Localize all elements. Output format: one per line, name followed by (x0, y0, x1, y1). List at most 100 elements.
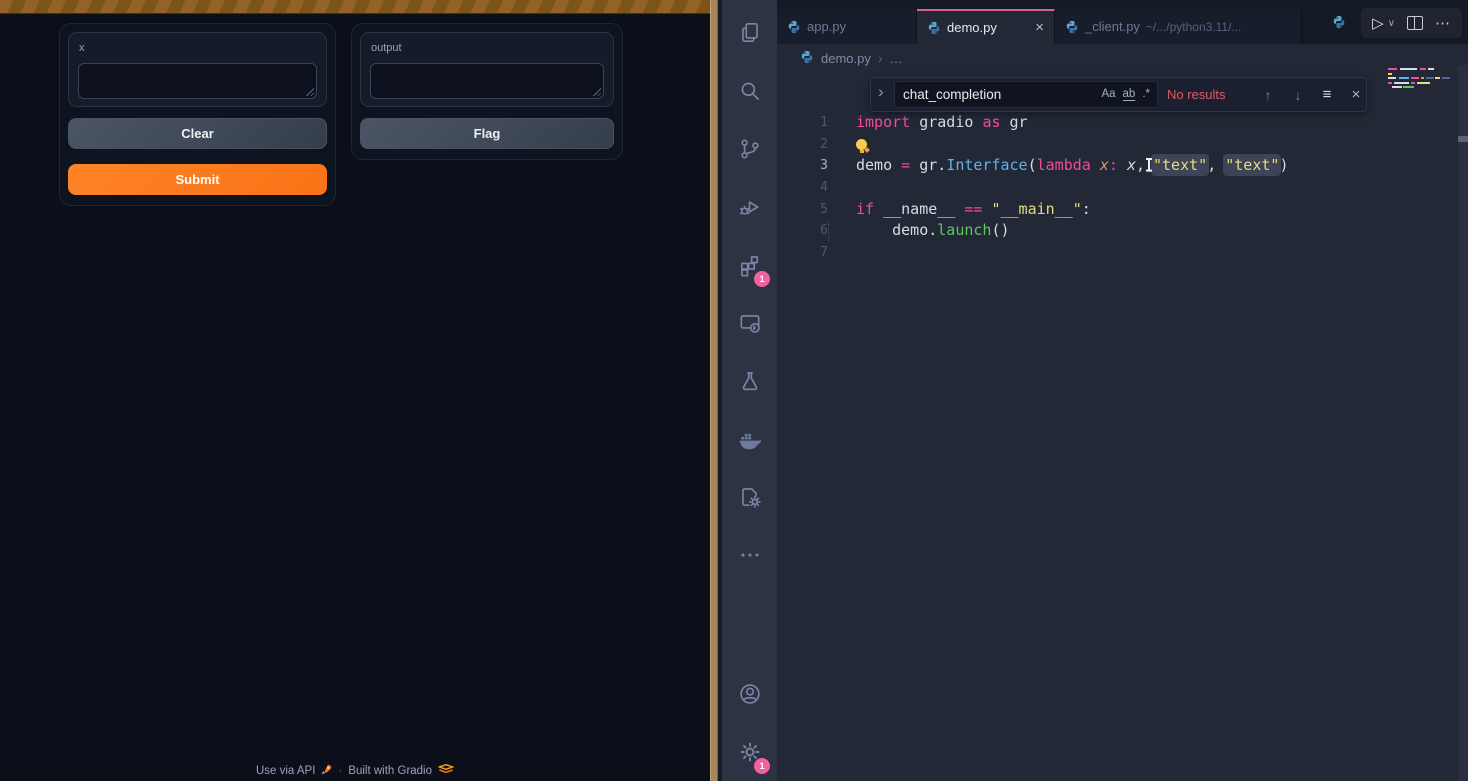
source-control-icon[interactable] (722, 120, 777, 178)
line-number[interactable]: 5 (777, 199, 828, 221)
run-file-button[interactable]: ▷ (1372, 14, 1384, 32)
account-icon[interactable] (722, 665, 777, 723)
code-token: import (856, 113, 919, 131)
clear-button[interactable]: Clear (68, 118, 327, 149)
remote-explorer-icon[interactable] (722, 294, 777, 352)
pane-divider-scrollbar[interactable] (710, 0, 722, 781)
line-content: import gradio as gr (828, 112, 1028, 134)
find-results-status: No results (1167, 78, 1226, 111)
line-content (828, 177, 856, 199)
tab-label: app.py (807, 19, 846, 34)
output-card: output Flag (351, 23, 623, 160)
test-beaker-icon[interactable] (722, 352, 777, 410)
find-next-icon[interactable]: ↓ (1289, 78, 1307, 111)
line-content: if __name__ == "__main__": (828, 199, 1091, 221)
docker-icon[interactable] (722, 410, 777, 468)
tab-description: ~/.../python3.11/... (1146, 20, 1242, 34)
code-token: __name__ (883, 200, 964, 218)
extensions-badge: 1 (754, 271, 770, 287)
code-lines: 1import gradio as gr23demo = gr.Interfac… (777, 112, 1468, 264)
footer-separator: · (338, 765, 342, 777)
code-token: gr (1010, 113, 1028, 131)
tab-app.py[interactable]: app.py (777, 9, 917, 44)
gradio-app: x Clear Submit output Flag Use via API ·… (0, 0, 710, 781)
editor-scrollbar[interactable] (1458, 65, 1468, 781)
tab-bar: app.py demo.py× _client.py ~/.../python3.11… (777, 0, 1468, 44)
built-with-gradio-link[interactable]: Built with Gradio (348, 765, 432, 777)
more-views-icon[interactable] (722, 526, 777, 584)
explorer-icon[interactable] (722, 4, 777, 62)
code-line-4: 4 (777, 177, 1468, 199)
find-close-icon[interactable]: × (1347, 78, 1365, 111)
code-token: "text" (1153, 156, 1207, 174)
code-token: "__main__" (991, 200, 1081, 218)
scrollbar-marker (1458, 136, 1468, 142)
code-token: , (1136, 156, 1145, 174)
minimap-row (1388, 86, 1450, 88)
line-content: demo.launch() (828, 220, 1010, 242)
match-case-icon[interactable]: Aa (1101, 88, 1115, 101)
find-previous-icon[interactable]: ↑ (1259, 78, 1277, 111)
input-textarea[interactable] (78, 63, 317, 99)
run-dropdown-chevron-icon[interactable]: ∨ (1388, 18, 1395, 29)
submit-button[interactable]: Submit (68, 164, 327, 195)
code-line-1: 1import gradio as gr (777, 112, 1468, 134)
code-line-7: 7 (777, 242, 1468, 264)
more-actions-icon[interactable]: ⋯ (1435, 14, 1451, 32)
find-in-selection-icon[interactable]: ≡ (1318, 78, 1336, 111)
minimap-row (1388, 68, 1450, 70)
gradio-footer: Use via API · Built with Gradio (0, 763, 710, 778)
activity-bar: 1 1 (722, 0, 777, 781)
output-textarea[interactable] (370, 63, 604, 99)
find-expand-chevron-icon[interactable]: › (878, 82, 884, 102)
file-config-gear-icon[interactable] (722, 468, 777, 526)
split-editor-icon[interactable] (1407, 16, 1423, 30)
find-widget: › chat_completion Aa ab .* No results ↑ … (870, 77, 1367, 112)
code-line-2: 2 (777, 134, 1468, 156)
line-number[interactable]: 4 (777, 177, 828, 199)
code-token: demo. (856, 221, 937, 239)
whole-word-icon[interactable]: ab (1123, 88, 1136, 101)
code-token: gradio (919, 113, 982, 131)
tab-demo.py[interactable]: demo.py× (917, 9, 1055, 44)
code-token: demo (856, 156, 901, 174)
vscode-window: 1 1 (722, 0, 1468, 781)
find-input[interactable]: chat_completion Aa ab .* (894, 81, 1158, 108)
find-query-text: chat_completion (895, 87, 1101, 102)
code-token: if (856, 200, 883, 218)
line-number[interactable]: 2 (777, 134, 828, 156)
code-line-3: 3demo = gr.Interface(lambda x: x,"text",… (777, 155, 1468, 177)
settings-badge: 1 (754, 758, 770, 774)
code-token: x (1127, 156, 1136, 174)
line-number[interactable]: 1 (777, 112, 828, 134)
line-number[interactable]: 6 (777, 220, 828, 242)
use-via-api-link[interactable]: Use via API (256, 765, 315, 777)
code-token: , (1207, 156, 1225, 174)
code-token: lambda (1037, 156, 1100, 174)
search-icon[interactable] (722, 62, 777, 120)
output-block: output (360, 32, 614, 107)
line-number[interactable]: 3 (777, 155, 828, 177)
minimap[interactable] (1388, 68, 1450, 91)
code-line-6: 6 demo.launch() (777, 220, 1468, 242)
line-number[interactable]: 7 (777, 242, 828, 264)
flag-button[interactable]: Flag (360, 118, 614, 149)
tab-close-icon[interactable]: × (1035, 19, 1044, 36)
regex-icon[interactable]: .* (1142, 88, 1150, 101)
activity-spacer (722, 584, 777, 665)
extensions-icon[interactable]: 1 (722, 236, 777, 294)
code-editor[interactable]: 1import gradio as gr23demo = gr.Interfac… (777, 44, 1468, 781)
tab-label: _client.py (1085, 19, 1140, 34)
gradio-logo-icon (438, 763, 454, 778)
code-token: ) (1279, 156, 1288, 174)
settings-gear-icon[interactable]: 1 (722, 723, 777, 781)
python-interpreter-icon (1332, 15, 1346, 34)
code-token: : (1082, 200, 1091, 218)
code-action-lightbulb-icon[interactable] (856, 139, 867, 150)
loading-stripe-bar (0, 0, 710, 14)
run-debug-icon[interactable] (722, 178, 777, 236)
mouse-ibeam-cursor (1145, 157, 1153, 172)
output-textarea-wrap (370, 63, 604, 99)
code-token: gr. (919, 156, 946, 174)
tab-_client.py[interactable]: _client.py ~/.../python3.11/... (1055, 9, 1302, 44)
